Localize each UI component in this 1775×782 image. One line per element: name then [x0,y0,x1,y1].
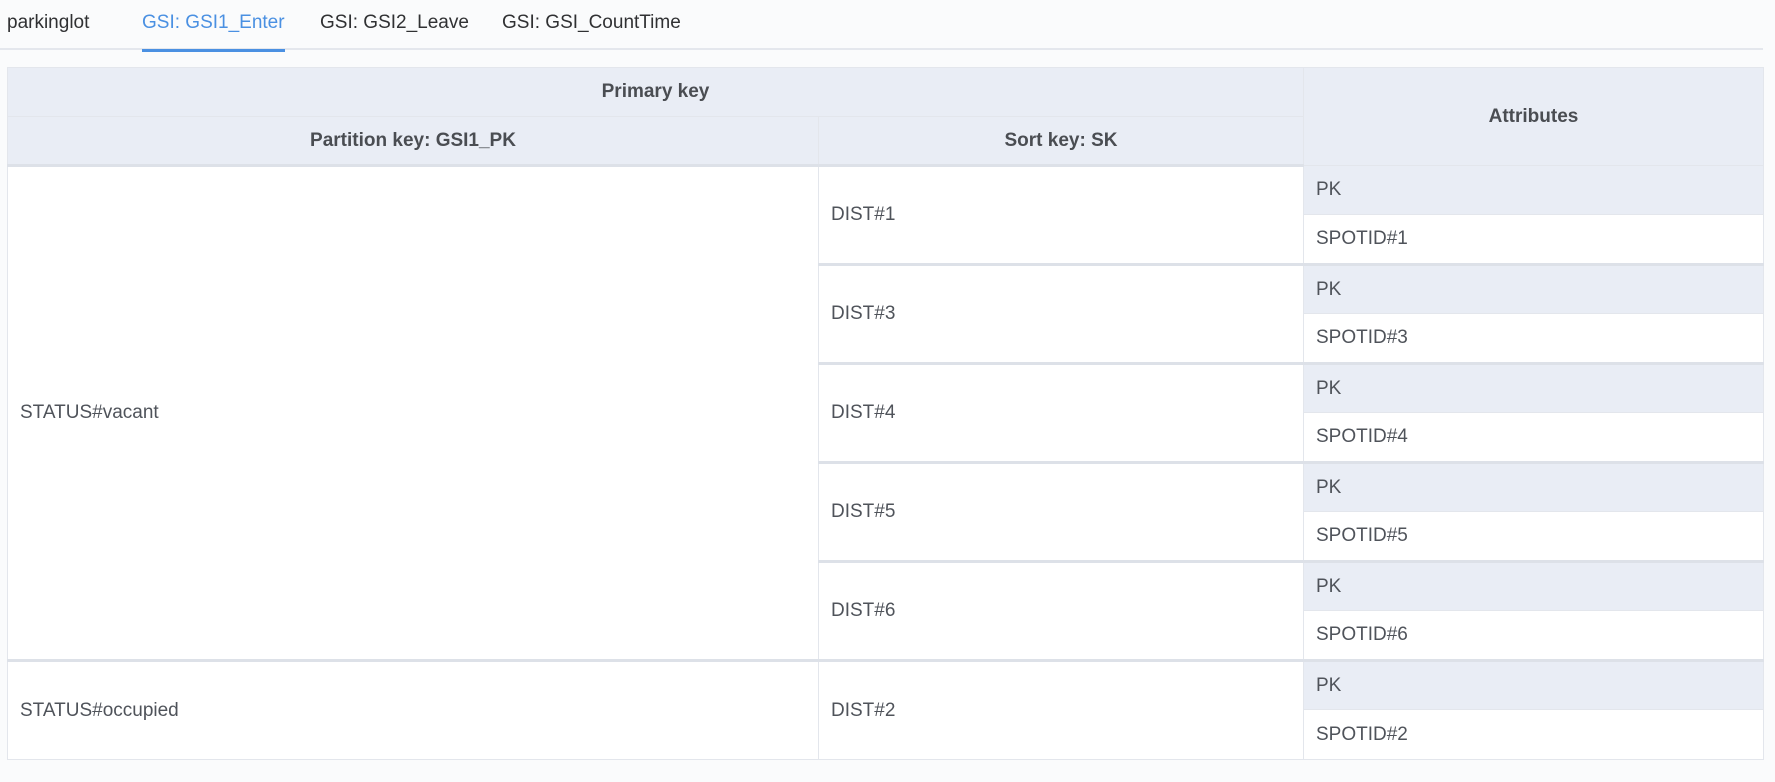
sort-key-cell: DIST#3 [818,264,1304,365]
gsi-data-table: Primary key Attributes Partition key: GS… [7,67,1764,760]
tab-parkinglot[interactable]: parkinglot [7,12,89,50]
attribute-value-cell: SPOTID#4 [1303,412,1764,464]
attribute-value-cell: SPOTID#2 [1303,709,1764,760]
attribute-value-cell: SPOTID#5 [1303,511,1764,563]
table-tabs: parkinglot GSI: GSI1_Enter GSI: GSI2_Lea… [0,0,1763,52]
partition-key-header: Partition key: GSI1_PK [7,116,819,167]
table-row: STATUS#occupied DIST#2 PK [7,660,1764,760]
attribute-name-cell: PK [1303,165,1764,215]
attribute-name-cell: PK [1303,660,1764,710]
sort-key-cell: DIST#4 [818,363,1304,464]
partition-key-cell: STATUS#occupied [7,660,819,760]
attribute-name-cell: PK [1303,264,1764,314]
attribute-value-cell: SPOTID#1 [1303,214,1764,266]
sort-key-header: Sort key: SK [818,116,1304,167]
sort-key-cell: DIST#6 [818,561,1304,662]
table-row: STATUS#vacant DIST#1 PK [7,165,1764,662]
attribute-value-cell: SPOTID#3 [1303,313,1764,365]
attribute-name-cell: PK [1303,462,1764,512]
attribute-value-cell: SPOTID#6 [1303,610,1764,662]
table-header: Primary key Attributes Partition key: GS… [7,67,1764,167]
sort-key-cell: DIST#5 [818,462,1304,563]
tab-gsi1-enter[interactable]: GSI: GSI1_Enter [142,12,285,52]
attribute-name-cell: PK [1303,561,1764,611]
partition-key-cell: STATUS#vacant [7,165,819,662]
tab-gsi-counttime[interactable]: GSI: GSI_CountTime [502,12,681,50]
sort-key-cell: DIST#2 [818,660,1304,760]
tab-gsi2-leave[interactable]: GSI: GSI2_Leave [320,12,469,50]
sort-key-cell: DIST#1 [818,165,1304,266]
attribute-name-cell: PK [1303,363,1764,413]
primary-key-header: Primary key [7,67,1304,117]
attributes-header: Attributes [1303,67,1764,166]
